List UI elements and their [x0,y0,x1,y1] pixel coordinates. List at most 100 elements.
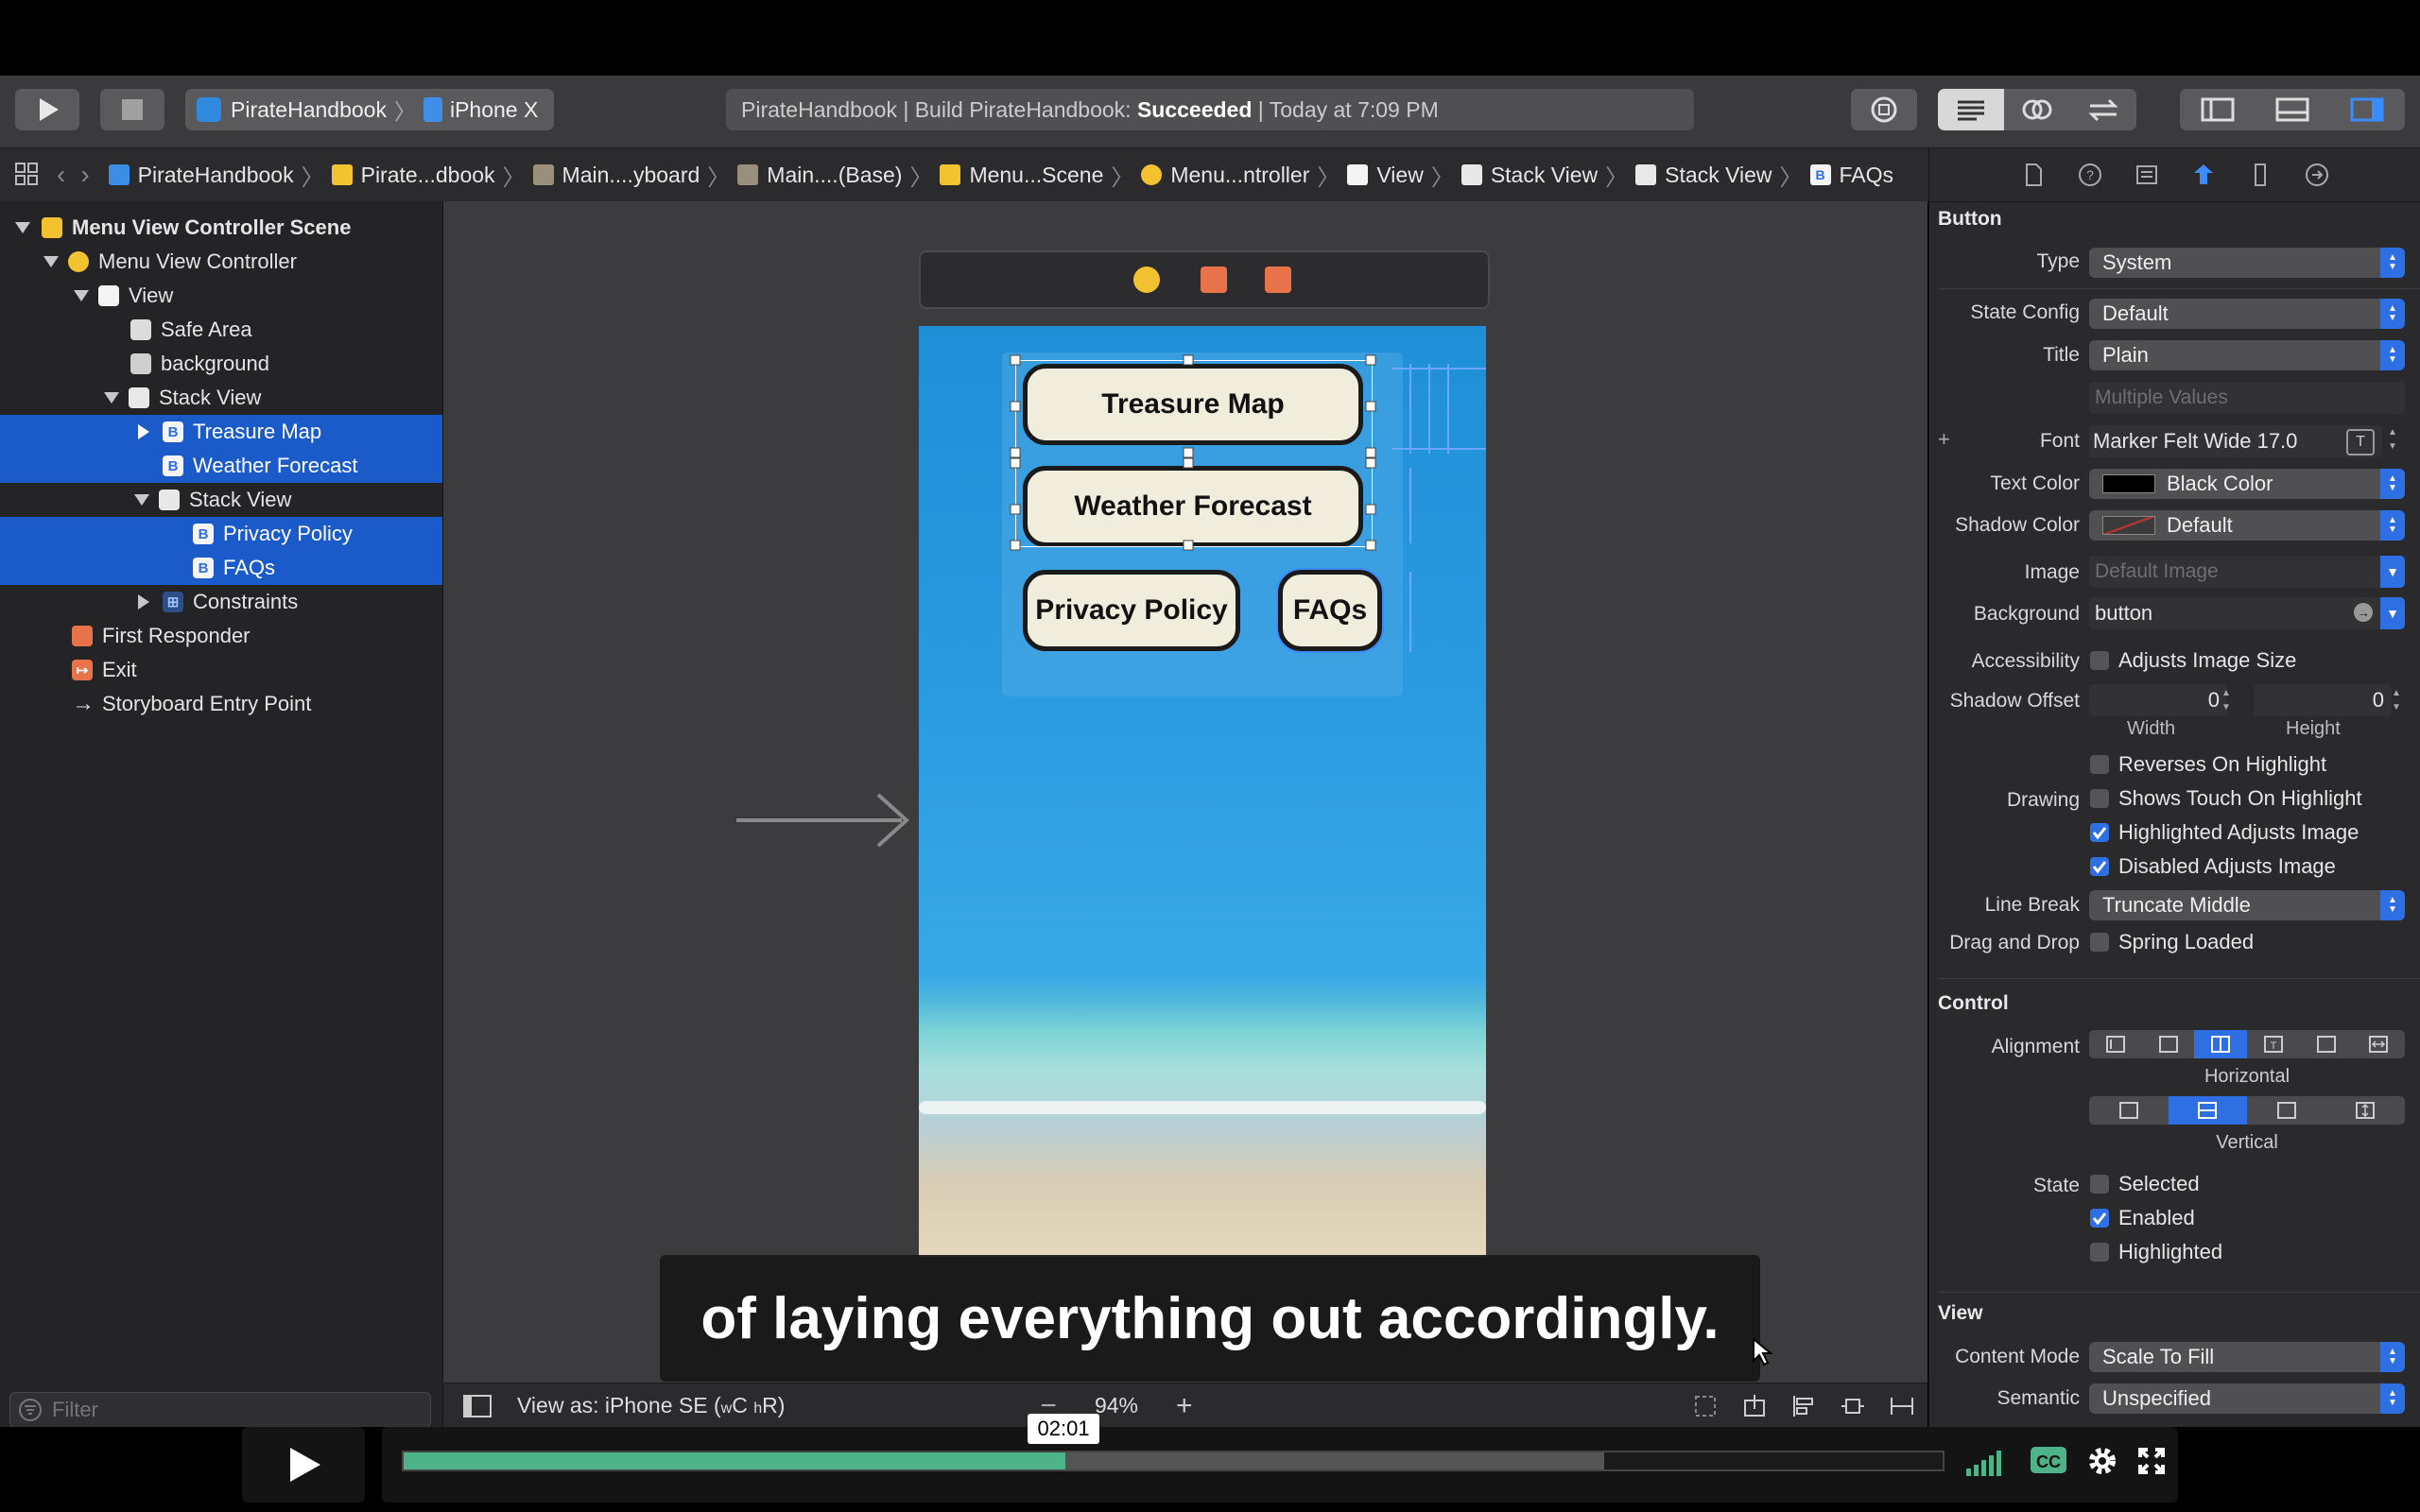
first-responder-icon[interactable] [1201,266,1227,293]
chevron-down-icon[interactable]: ▼ [2380,556,2405,588]
volume-icon[interactable] [1964,1446,2008,1478]
play-button[interactable] [242,1427,365,1503]
align-center-icon[interactable] [2194,1030,2248,1058]
align-middle-icon[interactable] [2168,1096,2247,1125]
run-button[interactable] [15,89,79,130]
disclosure-icon[interactable] [15,222,30,233]
outline-row-privacy-policy[interactable]: B Privacy Policy [0,517,442,551]
align-right-icon[interactable] [2300,1030,2353,1058]
disclosure-icon[interactable] [138,424,149,439]
breadcrumb-folder[interactable]: Pirate...dbook 〉 [331,159,533,192]
breadcrumb-faqs[interactable]: B FAQs [1809,163,1893,188]
text-color-popup[interactable]: Black Color ▲ ▼ [2089,469,2405,499]
editor-mode-control[interactable] [1938,89,2136,130]
outline-row-constraints[interactable]: ⊞ Constraints [0,585,442,619]
width-stepper[interactable]: ▲ ▼ [2221,686,2231,714]
standard-editor-icon[interactable] [1938,89,2004,130]
back-icon[interactable]: ‹ [57,160,65,190]
disabled-adjusts-checkbox[interactable] [2090,857,2109,876]
resize-handles[interactable] [919,326,1486,704]
align-left-icon[interactable] [2089,1030,2142,1058]
highlighted-adjusts-checkbox[interactable] [2090,823,2109,842]
outline-row-view[interactable]: View [0,279,442,313]
disclosure-icon[interactable] [104,392,119,404]
align-top-icon[interactable] [2089,1096,2169,1125]
settings-gear-icon[interactable] [2085,1444,2119,1478]
outline-row-faqs[interactable]: B FAQs [0,551,442,585]
title-text-field[interactable]: Multiple Values [2089,382,2405,414]
outline-row-exit[interactable]: ↦ Exit [0,653,442,687]
inspector-toggle-icon[interactable] [2330,89,2405,130]
outline-row-entry-point[interactable]: → Storyboard Entry Point [0,687,442,721]
view-as-label[interactable]: View as: iPhone SE (wC hR) [517,1393,785,1418]
size-inspector-icon[interactable] [2247,162,2273,188]
semantic-popup[interactable]: Unspecified ▲ ▼ [2089,1383,2405,1414]
outline-row-stack-view[interactable]: Stack View [0,381,442,415]
enabled-checkbox[interactable] [2090,1209,2109,1228]
title-popup[interactable]: Plain ▲ ▼ [2089,340,2405,370]
assistant-editor-icon[interactable] [2004,89,2070,130]
resolve-issues-icon[interactable] [1888,1392,1916,1420]
add-constraints-icon[interactable] [1839,1392,1867,1420]
scene-view[interactable]: Treasure Map Weather Forecast Privacy Po… [919,326,1486,1257]
spring-loaded-checkbox[interactable] [2090,933,2109,952]
state-config-popup[interactable]: Default ▲ ▼ [2089,299,2405,329]
breadcrumb-view[interactable]: View 〉 [1347,159,1461,192]
outline-row-view-controller[interactable]: Menu View Controller [0,245,442,279]
outline-toggle-icon[interactable] [458,1392,496,1420]
disclosure-icon[interactable] [138,594,149,610]
shadow-offset-width-field[interactable]: 0 [2089,684,2227,716]
align-center-h-icon[interactable] [2142,1030,2195,1058]
selected-checkbox[interactable] [2090,1175,2109,1194]
breadcrumb-project[interactable]: PirateHandbook 〉 [108,159,332,192]
reverses-on-highlight-checkbox[interactable] [2090,755,2109,774]
line-break-popup[interactable]: Truncate Middle ▲ ▼ [2089,890,2405,920]
outline-row-inner-stack-view[interactable]: Stack View [0,483,442,517]
debug-toggle-icon[interactable] [2255,89,2329,130]
scheme-selector[interactable]: PirateHandbook 〉 iPhone X [185,89,554,130]
align-icon[interactable] [1789,1392,1818,1420]
align-fill-vertical-icon[interactable] [2326,1096,2406,1125]
embed-in-icon[interactable] [1740,1392,1769,1420]
shadow-color-popup[interactable]: Default ▲ ▼ [2089,510,2405,541]
storyboard-canvas[interactable]: Treasure Map Weather Forecast Privacy Po… [443,201,1927,1428]
chevron-down-icon[interactable]: ▼ [2380,597,2405,629]
breadcrumb-scene[interactable]: Menu...Scene 〉 [940,159,1141,192]
navigator-toggle-icon[interactable] [2180,89,2255,130]
breadcrumb-storyboard-base[interactable]: Main....(Base) 〉 [737,159,940,192]
outline-row-first-responder[interactable]: First Responder [0,619,442,653]
library-button[interactable] [1851,89,1917,130]
exit-icon[interactable] [1265,266,1291,293]
background-field[interactable]: button → ▼ [2089,597,2405,629]
connections-inspector-icon[interactable] [2304,162,2330,188]
disclosure-icon[interactable] [43,256,59,267]
file-inspector-icon[interactable] [2020,162,2047,188]
adjusts-image-size-checkbox[interactable] [2090,651,2109,670]
breadcrumb-storyboard[interactable]: Main....yboard 〉 [532,159,738,192]
outline-row-safe-area[interactable]: Safe Area [0,313,442,347]
outline-row-weather-forecast[interactable]: B Weather Forecast [0,449,442,483]
version-editor-icon[interactable] [2070,89,2136,130]
filter-field[interactable] [9,1392,431,1428]
go-to-icon[interactable]: → [2354,603,2373,622]
panel-toggle-control[interactable] [2180,89,2405,130]
disclosure-icon[interactable] [134,494,149,506]
align-leading-icon[interactable]: T [2247,1030,2300,1058]
fullscreen-icon[interactable] [2136,1446,2167,1476]
align-bottom-icon[interactable] [2247,1096,2326,1125]
stop-button[interactable] [100,89,164,130]
font-picker-icon[interactable]: T [2346,429,2375,455]
disclosure-icon[interactable] [74,290,89,301]
horizontal-alignment-control[interactable]: T [2089,1030,2405,1058]
zoom-in-icon[interactable]: + [1176,1390,1193,1422]
filter-input[interactable] [50,1397,413,1423]
outline-row-background[interactable]: background [0,347,442,381]
update-frames-icon[interactable] [1691,1392,1720,1420]
closed-captions-icon[interactable]: CC [2029,1444,2068,1476]
shadow-offset-height-field[interactable]: 0 [2254,684,2392,716]
related-items-icon[interactable] [13,161,42,189]
identity-inspector-icon[interactable] [2134,162,2160,188]
align-fill-icon[interactable] [2352,1030,2405,1058]
vertical-alignment-control[interactable] [2089,1096,2405,1125]
forward-icon[interactable]: › [80,160,89,190]
